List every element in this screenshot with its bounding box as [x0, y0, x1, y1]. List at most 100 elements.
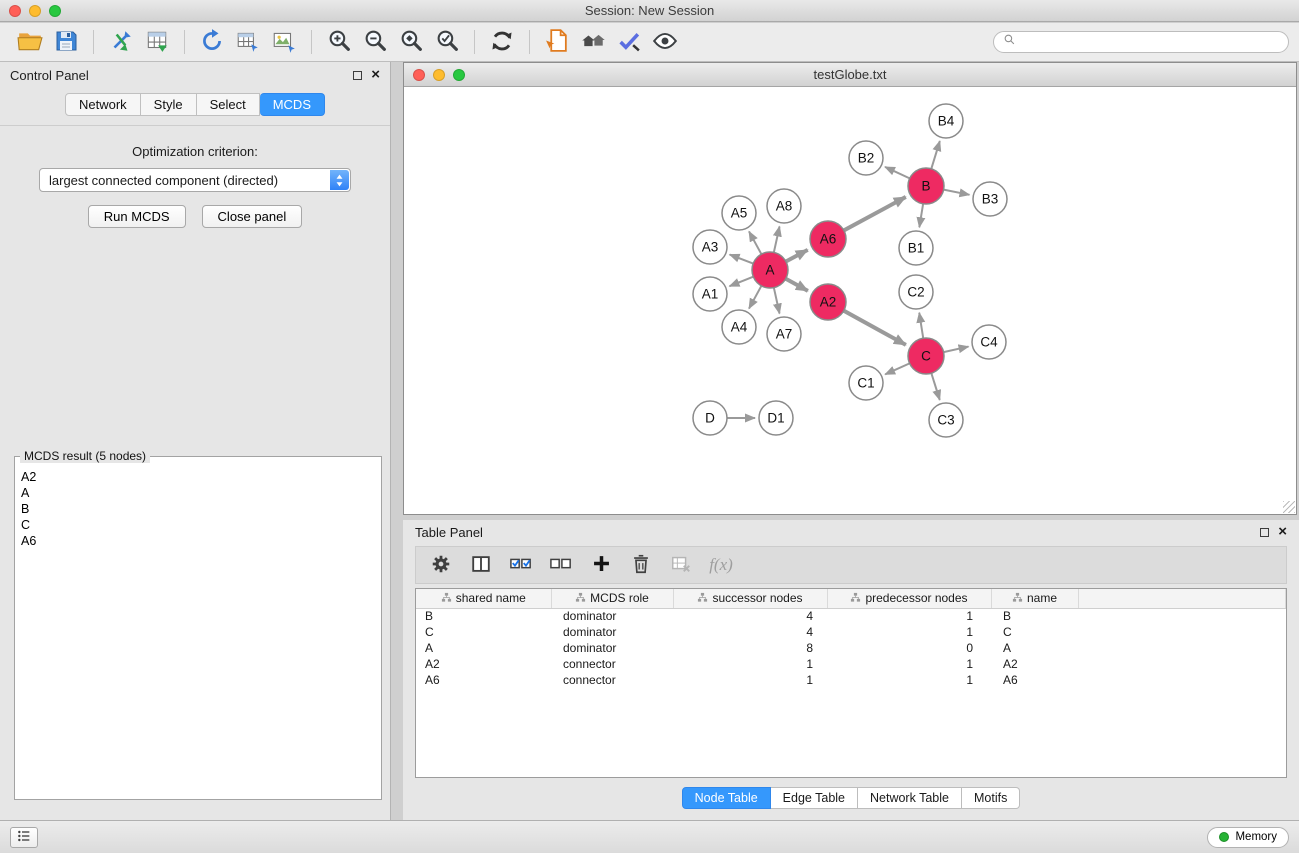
graph-edge-C-C2[interactable] — [919, 313, 923, 338]
cell[interactable]: A — [416, 640, 551, 656]
graph-node-A7[interactable]: A7 — [767, 317, 801, 351]
minimize-window-button[interactable] — [29, 5, 41, 17]
cell[interactable]: B — [991, 608, 1078, 624]
graph-node-A2[interactable]: A2 — [810, 284, 846, 320]
graph-node-B2[interactable]: B2 — [849, 141, 883, 175]
table-row-C[interactable]: Cdominator41C — [416, 624, 1286, 640]
tab-network[interactable]: Network — [65, 93, 141, 116]
graph-node-C4[interactable]: C4 — [972, 325, 1006, 359]
table-row-A2[interactable]: A2connector11A2 — [416, 656, 1286, 672]
graph-node-C[interactable]: C — [908, 338, 944, 374]
network-close-button[interactable] — [413, 69, 425, 81]
close-panel-button[interactable]: Close panel — [202, 205, 303, 228]
graph-edge-A-A6[interactable] — [786, 250, 808, 262]
cell[interactable]: B — [416, 608, 551, 624]
table-row-B[interactable]: Bdominator41B — [416, 608, 1286, 624]
column-header-name[interactable]: name — [991, 589, 1078, 608]
tab-motifs[interactable]: Motifs — [962, 787, 1020, 809]
graph-node-B1[interactable]: B1 — [899, 231, 933, 265]
style-apply-button[interactable] — [611, 26, 647, 58]
close-panel-icon[interactable]: × — [371, 70, 380, 80]
search-field[interactable] — [993, 31, 1289, 53]
graph-node-A[interactable]: A — [752, 252, 788, 288]
cell[interactable]: connector — [551, 672, 673, 688]
refresh-layout-button[interactable] — [484, 26, 520, 58]
task-history-button[interactable] — [10, 827, 38, 848]
open-folder-button[interactable] — [12, 26, 48, 58]
cell[interactable]: 1 — [827, 656, 991, 672]
export-image-button[interactable] — [266, 26, 302, 58]
cell[interactable]: 1 — [673, 672, 827, 688]
close-window-button[interactable] — [9, 5, 21, 17]
show-columns-button[interactable] — [466, 550, 496, 580]
graph-edge-C-C4[interactable] — [944, 347, 969, 353]
criterion-dropdown[interactable]: largest connected component (directed) — [39, 168, 351, 192]
zoom-out-button[interactable] — [357, 26, 393, 58]
graph-node-D[interactable]: D — [693, 401, 727, 435]
graph-edge-B-B3[interactable] — [944, 190, 970, 195]
table-row-A[interactable]: Adominator80A — [416, 640, 1286, 656]
graph-edge-A-A8[interactable] — [774, 227, 780, 253]
graph-edge-A-A5[interactable] — [749, 231, 761, 254]
column-header-predecessor-nodes[interactable]: predecessor nodes — [827, 589, 991, 608]
graph-edge-A-A4[interactable] — [749, 286, 761, 309]
cell[interactable]: 1 — [827, 608, 991, 624]
graph-edge-A-A2[interactable] — [786, 279, 808, 291]
import-network-file-button[interactable] — [103, 26, 139, 58]
tab-mcds[interactable]: MCDS — [260, 93, 325, 116]
cell[interactable]: dominator — [551, 640, 673, 656]
graph-node-B[interactable]: B — [908, 168, 944, 204]
save-session-button[interactable] — [48, 26, 84, 58]
table-row-A6[interactable]: A6connector11A6 — [416, 672, 1286, 688]
tab-style[interactable]: Style — [141, 93, 197, 116]
graph-edge-A6-B[interactable] — [844, 197, 906, 230]
graph-node-B4[interactable]: B4 — [929, 104, 963, 138]
cell[interactable]: 1 — [827, 624, 991, 640]
run-mcds-button[interactable]: Run MCDS — [88, 205, 186, 228]
float-panel-icon[interactable] — [353, 71, 362, 80]
result-item[interactable]: A6 — [21, 533, 375, 549]
cell[interactable]: A — [991, 640, 1078, 656]
cell[interactable]: dominator — [551, 624, 673, 640]
graph-node-A3[interactable]: A3 — [693, 230, 727, 264]
graph-node-C3[interactable]: C3 — [929, 403, 963, 437]
network-canvas[interactable]: B4B2BB3B1A5A8A6A3AA1A2C2A4A7C4CC1C3DD1 — [404, 87, 1296, 514]
clone-network-button[interactable] — [230, 26, 266, 58]
cell[interactable]: C — [991, 624, 1078, 640]
graph-edge-C-C1[interactable] — [885, 363, 909, 374]
cell[interactable]: 0 — [827, 640, 991, 656]
result-item[interactable]: C — [21, 517, 375, 533]
network-graph[interactable]: B4B2BB3B1A5A8A6A3AA1A2C2A4A7C4CC1C3DD1 — [404, 87, 1296, 514]
graph-edge-C-C3[interactable] — [931, 373, 939, 400]
import-table-file-button[interactable] — [139, 26, 175, 58]
cell[interactable]: A2 — [991, 656, 1078, 672]
graph-node-A6[interactable]: A6 — [810, 221, 846, 257]
home-button[interactable] — [575, 26, 611, 58]
cell[interactable]: 1 — [673, 656, 827, 672]
column-header-MCDS-role[interactable]: MCDS role — [551, 589, 673, 608]
memory-button[interactable]: Memory — [1207, 827, 1289, 848]
search-input[interactable] — [1021, 35, 1279, 49]
new-network-button[interactable] — [194, 26, 230, 58]
resize-grip[interactable] — [1283, 501, 1295, 513]
zoom-in-button[interactable] — [321, 26, 357, 58]
zoom-fit-button[interactable] — [393, 26, 429, 58]
graph-edge-A-A3[interactable] — [730, 255, 754, 264]
graph-edge-A-A7[interactable] — [774, 288, 780, 314]
graph-edge-B-B1[interactable] — [919, 204, 923, 227]
column-header-successor-nodes[interactable]: successor nodes — [673, 589, 827, 608]
graph-node-D1[interactable]: D1 — [759, 401, 793, 435]
delete-row-button[interactable] — [626, 550, 656, 580]
float-table-panel-icon[interactable] — [1260, 528, 1269, 537]
graph-node-A5[interactable]: A5 — [722, 196, 756, 230]
column-header-shared-name[interactable]: shared name — [416, 589, 551, 608]
zoom-window-button[interactable] — [49, 5, 61, 17]
cell[interactable]: 4 — [673, 624, 827, 640]
result-item[interactable]: A2 — [21, 469, 375, 485]
settings-button[interactable] — [426, 550, 456, 580]
tab-network-table[interactable]: Network Table — [858, 787, 962, 809]
graph-node-C1[interactable]: C1 — [849, 366, 883, 400]
tab-node-table[interactable]: Node Table — [682, 787, 771, 809]
graph-node-A4[interactable]: A4 — [722, 310, 756, 344]
cell[interactable]: C — [416, 624, 551, 640]
